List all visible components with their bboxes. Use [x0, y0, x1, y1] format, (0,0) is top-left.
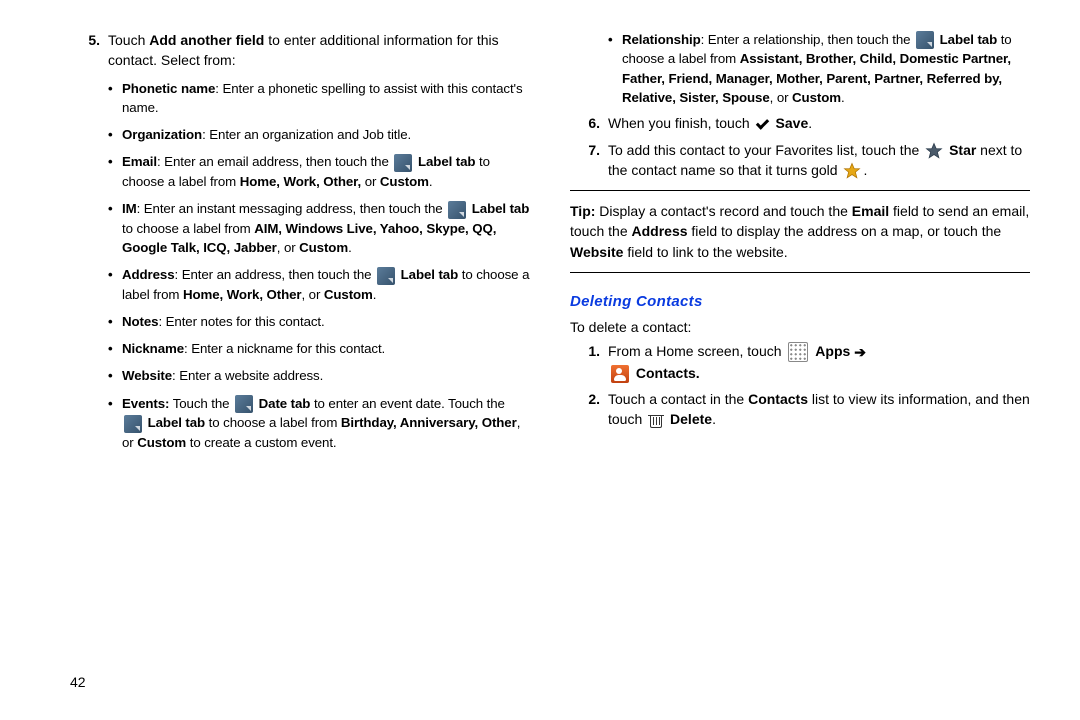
separator [570, 272, 1030, 273]
left-column: 5. Touch Add another field to enter addi… [70, 30, 530, 458]
label-tab-icon [124, 415, 142, 433]
star-outline-icon [925, 142, 943, 160]
separator [570, 190, 1030, 191]
star-gold-icon [843, 162, 861, 180]
bullet-nickname: • Nickname: Enter a nickname for this co… [108, 331, 530, 358]
bullet-relationship: • Relationship: Enter a relationship, th… [608, 30, 1030, 107]
contacts-icon [611, 365, 629, 383]
right-column: • Relationship: Enter a relationship, th… [570, 30, 1030, 458]
step-7: 7. To add this contact to your Favorites… [570, 140, 1030, 181]
label-tab-icon [394, 154, 412, 172]
manual-page: 5. Touch Add another field to enter addi… [0, 0, 1080, 468]
label-tab-icon [235, 395, 253, 413]
bullet-phonetic: • Phonetic name: Enter a phonetic spelli… [108, 71, 530, 118]
bullet-im: • IM: Enter an instant messaging address… [108, 191, 530, 257]
step-5: 5. Touch Add another field to enter addi… [70, 30, 530, 452]
delete-intro: To delete a contact: [570, 317, 1030, 337]
bullet-relationship-row: • Relationship: Enter a relationship, th… [570, 30, 1030, 107]
label-tab-icon [377, 267, 395, 285]
label-tab-icon [448, 201, 466, 219]
bullet-organization: • Organization: Enter an organization an… [108, 117, 530, 144]
arrow-icon: ➔ [854, 342, 866, 362]
delete-step-2: 2. Touch a contact in the Contacts list … [570, 389, 1030, 430]
bullet-website: • Website: Enter a website address. [108, 358, 530, 385]
page-number: 42 [70, 674, 86, 690]
bullet-notes: • Notes: Enter notes for this contact. [108, 304, 530, 331]
check-icon [756, 117, 772, 133]
bullet-email: • Email: Enter an email address, then to… [108, 144, 530, 191]
step-number: 5. [70, 30, 108, 452]
bullet-address: • Address: Enter an address, then touch … [108, 257, 530, 304]
label-tab-icon [916, 31, 934, 49]
apps-icon [788, 342, 808, 362]
tip: Tip: Display a contact's record and touc… [570, 201, 1030, 262]
step-6: 6. When you finish, touch Save. [570, 113, 1030, 133]
heading-deleting-contacts: Deleting Contacts [570, 291, 1030, 313]
delete-icon [649, 412, 663, 428]
bullet-events: • Events: Touch the Date tab to enter an… [108, 386, 530, 452]
delete-step-1: 1. From a Home screen, touch Apps➔ Conta… [570, 341, 1030, 383]
